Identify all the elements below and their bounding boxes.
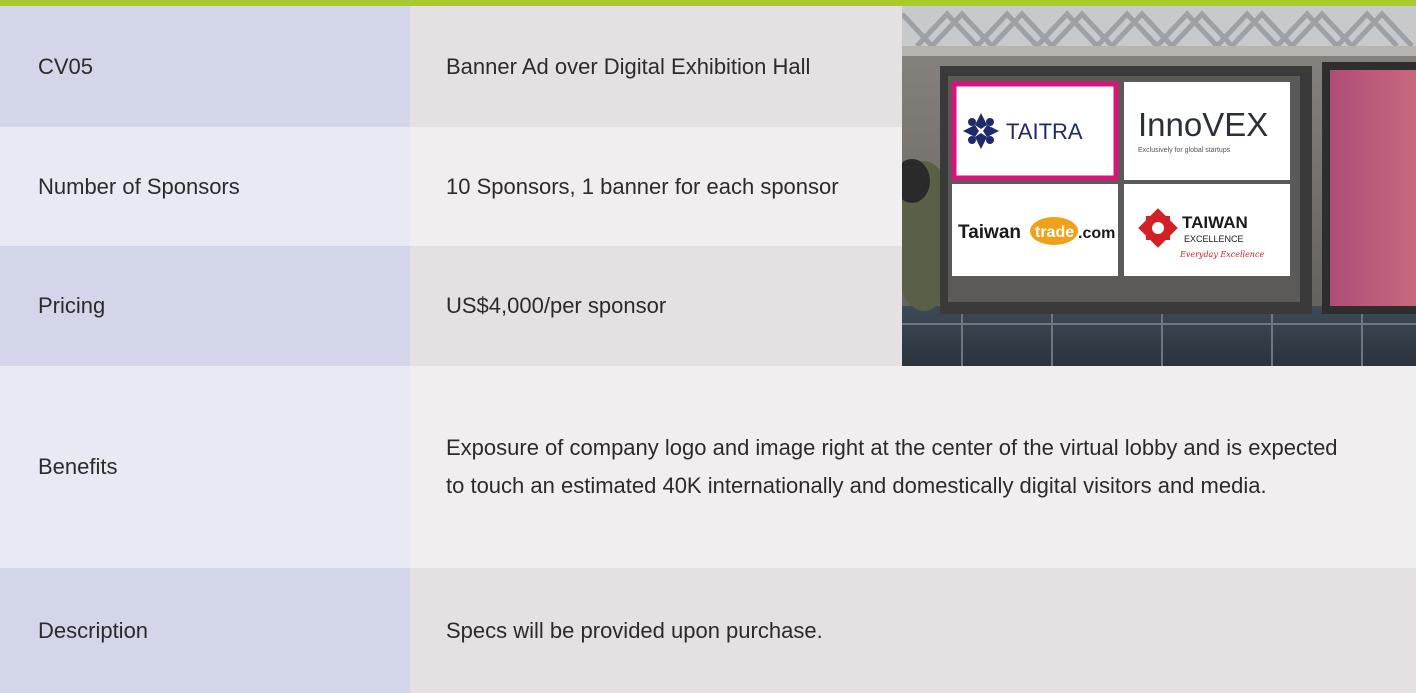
row-cv05-value: Banner Ad over Digital Exhibition Hall: [410, 6, 902, 127]
row-benefits-value: Exposure of company logo and image right…: [410, 366, 1416, 568]
billboard-photo: TAITRA InnoVEX Exclusively for global st…: [902, 6, 1416, 366]
row-pricing-value: US$4,000/per sponsor: [410, 246, 902, 366]
row-description-label: Description: [0, 568, 410, 693]
innovex-logo-text: InnoVEX: [1138, 106, 1268, 143]
taiwan-excellence-subtitle: EXCELLENCE: [1184, 234, 1244, 244]
taiwan-excellence-title: TAIWAN: [1182, 213, 1248, 232]
taiwan-excellence-script: Everyday Excellence: [1179, 250, 1264, 259]
row-number-of-sponsors-label: Number of Sponsors: [0, 127, 410, 246]
taiwantrade-logo-right: .com: [1078, 225, 1115, 242]
billboard-photo-illustration: TAITRA InnoVEX Exclusively for global st…: [902, 6, 1416, 366]
taiwantrade-logo-left: Taiwan: [958, 222, 1021, 243]
row-pricing-label: Pricing: [0, 246, 410, 366]
taiwantrade-logo-mid: trade: [1035, 224, 1074, 241]
row-number-of-sponsors-value: 10 Sponsors, 1 banner for each sponsor: [410, 127, 902, 246]
row-description-value: Specs will be provided upon purchase.: [410, 568, 1416, 693]
row-cv05-label: CV05: [0, 6, 410, 127]
taitra-logo-text: TAITRA: [1006, 119, 1083, 144]
row-benefits-label: Benefits: [0, 366, 410, 568]
innovex-tagline: Exclusively for global startups: [1138, 147, 1231, 154]
